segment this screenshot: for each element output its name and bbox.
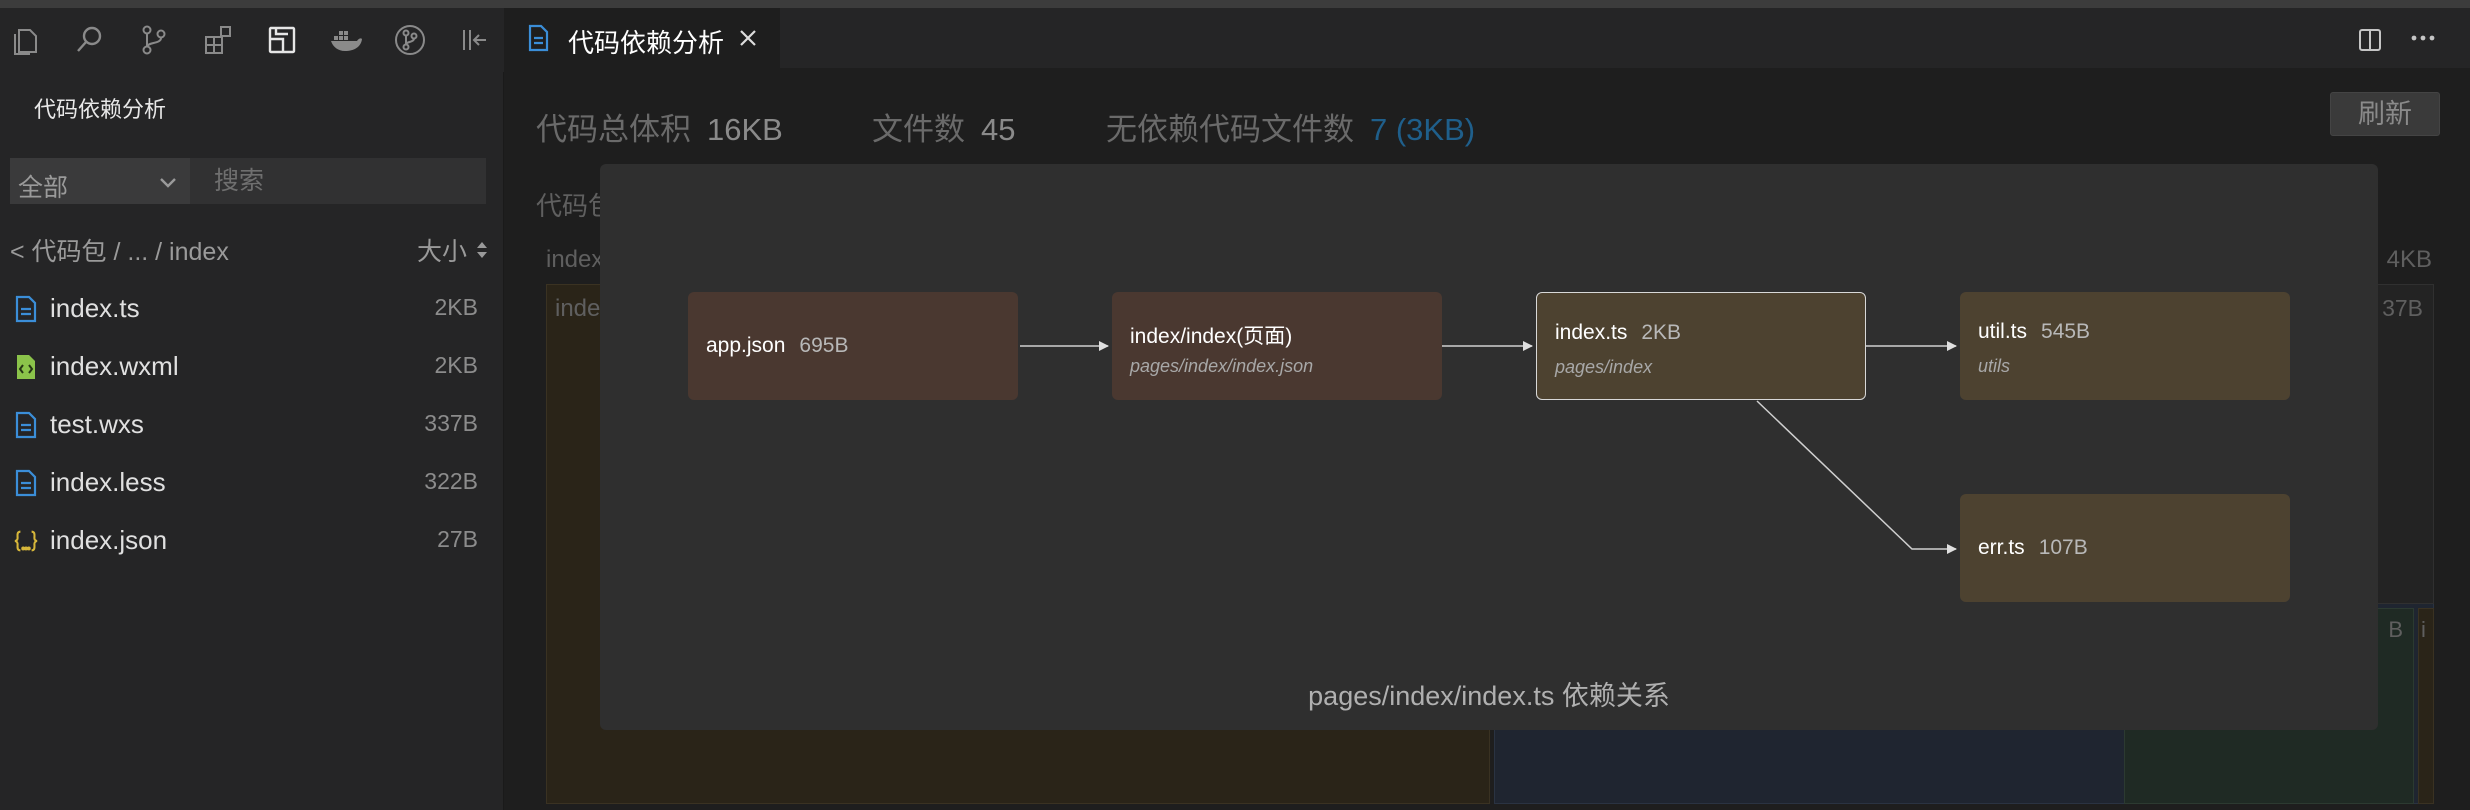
- list-item[interactable]: index.json 27B: [0, 512, 504, 570]
- source-control-icon[interactable]: [136, 22, 172, 58]
- git-graph-icon[interactable]: [392, 22, 428, 58]
- edge-indexts-to-err: [1756, 400, 1957, 554]
- file-size: 2KB: [434, 294, 478, 320]
- list-item[interactable]: index.less 322B: [0, 454, 504, 512]
- split-editor-icon[interactable]: [2356, 26, 2384, 54]
- list-item[interactable]: index.wxml 2KB: [0, 338, 504, 396]
- node-title: index.ts 2KB: [1555, 321, 1681, 345]
- graph-node-err-ts[interactable]: err.ts 107B: [1960, 494, 2290, 602]
- file-count-label: 文件数: [872, 112, 965, 147]
- less-file-icon: [15, 469, 37, 497]
- node-name: util.ts: [1978, 320, 2028, 343]
- file-size: 2KB: [434, 352, 478, 378]
- graph-node-util-ts[interactable]: util.ts 545B utils: [1960, 292, 2290, 400]
- sort-icon[interactable]: [475, 240, 489, 260]
- no-dependency-stat: 无依赖代码文件数 7 (3KB): [1106, 104, 1475, 149]
- filter-row: 全部: [10, 158, 486, 204]
- treemap-header: index: [546, 246, 604, 273]
- wxs-file-icon: [15, 411, 37, 439]
- treemap-cell[interactable]: i: [2418, 608, 2434, 804]
- node-name: index.ts: [1555, 321, 1628, 344]
- chevron-down-icon: [160, 178, 176, 188]
- file-name: index.json: [50, 525, 168, 555]
- node-title: index/index(页面): [1130, 320, 1292, 350]
- file-name: index.less: [50, 467, 166, 497]
- typescript-file-icon: [15, 295, 37, 323]
- graph-caption: pages/index/index.ts 依赖关系: [1308, 681, 1670, 711]
- node-title: app.json 695B: [706, 334, 848, 358]
- file-size: 322B: [424, 468, 478, 494]
- node-size: 545B: [2041, 320, 2091, 343]
- tab-label: 代码依赖分析: [568, 28, 725, 58]
- explorer-icon[interactable]: [8, 22, 44, 58]
- tab-code-analysis[interactable]: 代码依赖分析: [504, 8, 780, 68]
- refresh-button[interactable]: 刷新: [2330, 92, 2440, 136]
- no-dependency-label: 无依赖代码文件数: [1106, 112, 1354, 147]
- node-title: err.ts 107B: [1978, 536, 2088, 560]
- node-name: app.json: [706, 334, 786, 357]
- collapse-panel-icon[interactable]: [456, 22, 492, 58]
- node-size: 2KB: [1641, 321, 1682, 344]
- editor-tab-bar: 代码依赖分析: [504, 8, 2470, 68]
- dependency-edges: [1020, 341, 1957, 554]
- total-size-value: 16KB: [707, 112, 783, 147]
- node-path: pages/index: [1555, 357, 1653, 377]
- wxml-file-icon: [17, 355, 35, 379]
- file-list: index.ts 2KB index.wxml 2KB test.wxs 337…: [0, 280, 504, 570]
- category-select-value: 全部: [18, 174, 69, 202]
- no-dependency-value[interactable]: 7 (3KB): [1370, 112, 1475, 147]
- category-select[interactable]: 全部: [10, 158, 190, 204]
- graph-node-app-json[interactable]: app.json 695B: [688, 292, 1018, 400]
- treemap-size: 4KB: [2386, 246, 2432, 273]
- window-top-strip: [0, 0, 2470, 8]
- total-size-stat: 代码总体积 16KB: [536, 104, 783, 149]
- graph-node-index-ts[interactable]: index.ts 2KB pages/index: [1536, 292, 1866, 400]
- file-icon: [528, 24, 549, 52]
- file-name: index.wxml: [50, 351, 179, 381]
- node-name: index/index(页面): [1130, 325, 1293, 348]
- code-analysis-icon[interactable]: [264, 22, 300, 58]
- file-size: 27B: [437, 526, 478, 552]
- json-file-icon: [14, 530, 38, 552]
- activity-bar: [0, 8, 504, 72]
- node-title: util.ts 545B: [1978, 320, 2090, 344]
- treemap-cell-label: i: [2421, 617, 2426, 642]
- sidebar-title: 代码依赖分析: [34, 97, 167, 122]
- search-input[interactable]: [200, 158, 486, 204]
- treemap-cell-size: B: [2388, 617, 2403, 642]
- file-count-value: 45: [981, 112, 1016, 147]
- docker-icon[interactable]: [328, 22, 364, 58]
- breadcrumb[interactable]: < 代码包 / ... / index: [10, 232, 229, 268]
- node-path: pages/index/index.json: [1130, 356, 1314, 376]
- file-name: index.ts: [50, 293, 140, 323]
- graph-node-index-page[interactable]: index/index(页面) pages/index/index.json: [1112, 292, 1442, 400]
- extensions-icon[interactable]: [200, 22, 236, 58]
- close-icon[interactable]: [736, 26, 760, 50]
- file-count-stat: 文件数 45: [872, 104, 1015, 149]
- search-icon[interactable]: [72, 22, 108, 58]
- node-name: err.ts: [1978, 536, 2025, 559]
- dependency-graph-modal: app.json 695B index/index(页面) pages/index…: [600, 164, 2378, 730]
- list-item[interactable]: test.wxs 337B: [0, 396, 504, 454]
- more-actions-icon[interactable]: [2408, 24, 2438, 52]
- total-size-label: 代码总体积: [536, 112, 691, 147]
- file-size: 337B: [424, 410, 478, 436]
- node-path: utils: [1978, 356, 2011, 376]
- file-name: test.wxs: [50, 409, 144, 439]
- list-item[interactable]: index.ts 2KB: [0, 280, 504, 338]
- node-size: 695B: [799, 334, 849, 357]
- sort-by-size-button[interactable]: 大小: [417, 232, 467, 268]
- node-size: 107B: [2038, 536, 2088, 559]
- sidebar: 代码依赖分析 全部 < 代码包 / ... / index 大小 index.t…: [0, 72, 504, 810]
- treemap-cell-size: 37B: [2382, 295, 2423, 321]
